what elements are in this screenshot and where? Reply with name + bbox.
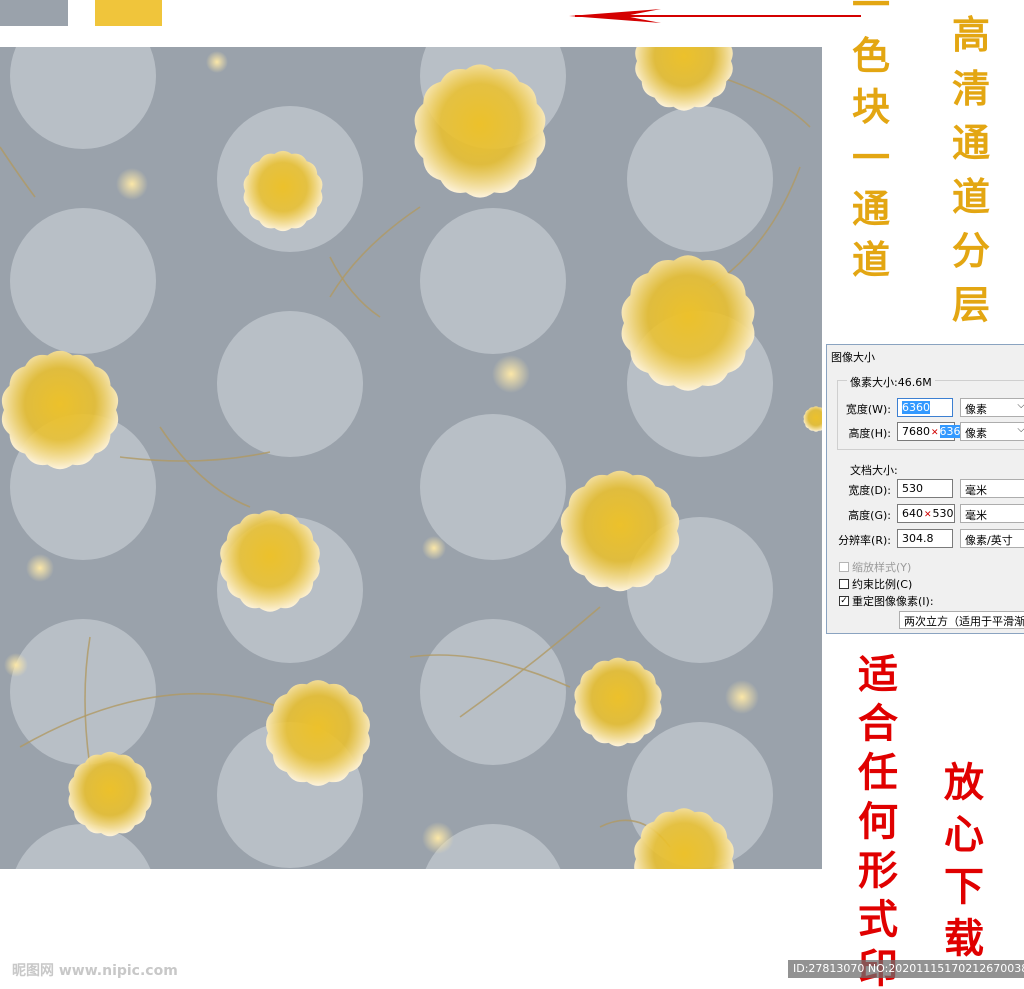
dandelion-flower bbox=[574, 657, 662, 747]
resolution-unit: 像素/英寸 bbox=[965, 534, 1013, 547]
download-with-confidence-text: 放心下载 bbox=[944, 763, 984, 959]
background-circle bbox=[10, 208, 156, 354]
col-hd-char: 清 bbox=[952, 66, 991, 111]
watermark-id-text: ID:27813070 NO:20201115170212670038 bbox=[793, 962, 1024, 975]
yellow-color-swatch bbox=[95, 0, 162, 26]
floral-pattern-preview bbox=[0, 47, 822, 869]
col-hd-char: 高 bbox=[952, 12, 991, 57]
col-print-char: 适 bbox=[858, 651, 898, 698]
dandelion-flower bbox=[243, 150, 323, 232]
cross-mark-icon: ✕ bbox=[924, 510, 932, 520]
doc-width-unit-select[interactable]: 毫米 bbox=[960, 479, 1024, 498]
glow-dot bbox=[26, 554, 54, 582]
doc-height-field[interactable]: 640✕530 bbox=[897, 504, 955, 523]
col-hd-char: 分 bbox=[952, 228, 991, 273]
dandelion-flower bbox=[68, 751, 152, 837]
one-color-one-channel-text: 一色块一通道 bbox=[852, 0, 890, 279]
col-onecolor-char: 通 bbox=[852, 186, 891, 231]
col-print-char: 形 bbox=[858, 847, 898, 894]
chevron-down-icon: ⌵ bbox=[1017, 400, 1024, 411]
resolution-field[interactable]: 304.8 bbox=[897, 529, 953, 548]
height-label: 高度(H): bbox=[848, 427, 891, 440]
doc-width-unit: 毫米 bbox=[965, 484, 987, 497]
background-circle bbox=[10, 619, 156, 765]
glow-dot bbox=[492, 355, 530, 393]
dandelion-flower bbox=[560, 470, 680, 592]
col-onecolor-char: 一 bbox=[852, 135, 891, 180]
col-onecolor-char: 色 bbox=[852, 33, 891, 78]
resolution-label: 分辨率(R): bbox=[838, 534, 891, 547]
doc-height-new-value: 530 bbox=[932, 507, 954, 520]
doc-height-unit-select[interactable]: 毫米 bbox=[960, 504, 1024, 523]
cross-mark-icon: ✕ bbox=[931, 428, 939, 438]
resample-image-label: 重定图像像素(I): bbox=[852, 595, 934, 608]
pixel-width-value: 6360 bbox=[902, 401, 930, 414]
glow-dot bbox=[422, 536, 446, 560]
arrow-left-icon bbox=[569, 9, 861, 23]
pixel-height-field[interactable]: 7680✕6360 bbox=[897, 422, 968, 441]
dandelion-flower bbox=[414, 64, 546, 198]
doc-height-old-value: 640 bbox=[902, 507, 923, 520]
col-download-char: 载 bbox=[944, 915, 984, 962]
glow-dot bbox=[206, 51, 228, 73]
hd-channel-layers-text: 高清通道分层 bbox=[952, 16, 990, 324]
scale-styles-label: 缩放样式(Y) bbox=[852, 561, 912, 574]
pixel-height-unit: 像素 bbox=[965, 427, 987, 440]
pixel-width-field[interactable]: 6360 bbox=[897, 398, 953, 417]
col-print-char: 式 bbox=[858, 896, 898, 943]
col-print-char: 何 bbox=[858, 798, 898, 845]
doc-height-label: 高度(G): bbox=[848, 509, 891, 522]
constrain-proportions-checkbox[interactable]: 约束比例(C) bbox=[839, 576, 912, 592]
glow-dot bbox=[422, 822, 454, 854]
doc-width-value: 530 bbox=[902, 482, 923, 495]
col-onecolor-char: 道 bbox=[852, 237, 891, 282]
col-onecolor-char: 一 bbox=[852, 0, 891, 27]
dandelion-flower bbox=[266, 680, 370, 786]
resample-image-checkbox[interactable]: ✓ 重定图像像素(I): bbox=[839, 593, 934, 609]
resample-method-select[interactable]: 两次立方（适用于平滑渐变 bbox=[899, 611, 1024, 629]
gray-color-swatch bbox=[0, 0, 68, 26]
doc-width-label: 宽度(D): bbox=[848, 484, 891, 497]
pixel-height-old-value: 7680 bbox=[902, 425, 930, 438]
doc-height-unit: 毫米 bbox=[965, 509, 987, 522]
dandelion-flower bbox=[621, 255, 755, 391]
col-print-char: 合 bbox=[858, 700, 898, 747]
dandelion-flower bbox=[220, 510, 320, 612]
glow-dot bbox=[116, 168, 148, 200]
glow-dot bbox=[725, 680, 759, 714]
document-size-label: 文档大小: bbox=[847, 462, 901, 478]
col-onecolor-char: 块 bbox=[852, 84, 891, 129]
chevron-down-icon: ⌵ bbox=[1017, 424, 1024, 435]
pixel-dimensions-label: 像素大小:46.6M bbox=[847, 374, 935, 390]
nipic-logo: 昵图网 www.nipic.com bbox=[12, 963, 178, 979]
col-hd-char: 层 bbox=[952, 282, 991, 327]
background-circle bbox=[420, 414, 566, 560]
pixel-width-unit: 像素 bbox=[965, 403, 987, 416]
background-circle bbox=[627, 106, 773, 252]
dialog-title: 图像大小 bbox=[831, 351, 875, 364]
checkmark-icon: ✓ bbox=[839, 596, 849, 606]
resolution-unit-select[interactable]: 像素/英寸 bbox=[960, 529, 1024, 548]
col-hd-char: 通 bbox=[952, 120, 991, 165]
doc-width-field[interactable]: 530 bbox=[897, 479, 953, 498]
width-label: 宽度(W): bbox=[845, 403, 891, 416]
background-circle bbox=[420, 208, 566, 354]
background-circle bbox=[217, 311, 363, 457]
constrain-proportions-label: 约束比例(C) bbox=[852, 578, 913, 591]
dandelion-flower bbox=[1, 350, 119, 470]
suitable-for-any-print-text: 适合任何形式印 bbox=[858, 655, 898, 989]
scale-styles-checkbox[interactable]: 缩放样式(Y) bbox=[839, 559, 911, 575]
pixel-width-unit-select[interactable]: 像素 ⌵ bbox=[960, 398, 1024, 417]
glow-dot bbox=[4, 653, 28, 677]
pixel-height-unit-select[interactable]: 像素 ⌵ bbox=[960, 422, 1024, 441]
col-download-char: 放 bbox=[944, 759, 984, 806]
col-download-char: 心 bbox=[944, 811, 984, 858]
image-size-dialog: 图像大小 像素大小:46.6M 宽度(W): 6360 像素 ⌵ 高度(H): 7… bbox=[826, 344, 1024, 634]
col-print-char: 任 bbox=[858, 749, 898, 796]
col-download-char: 下 bbox=[944, 863, 984, 910]
resolution-value: 304.8 bbox=[902, 532, 934, 545]
col-hd-char: 道 bbox=[952, 174, 991, 219]
